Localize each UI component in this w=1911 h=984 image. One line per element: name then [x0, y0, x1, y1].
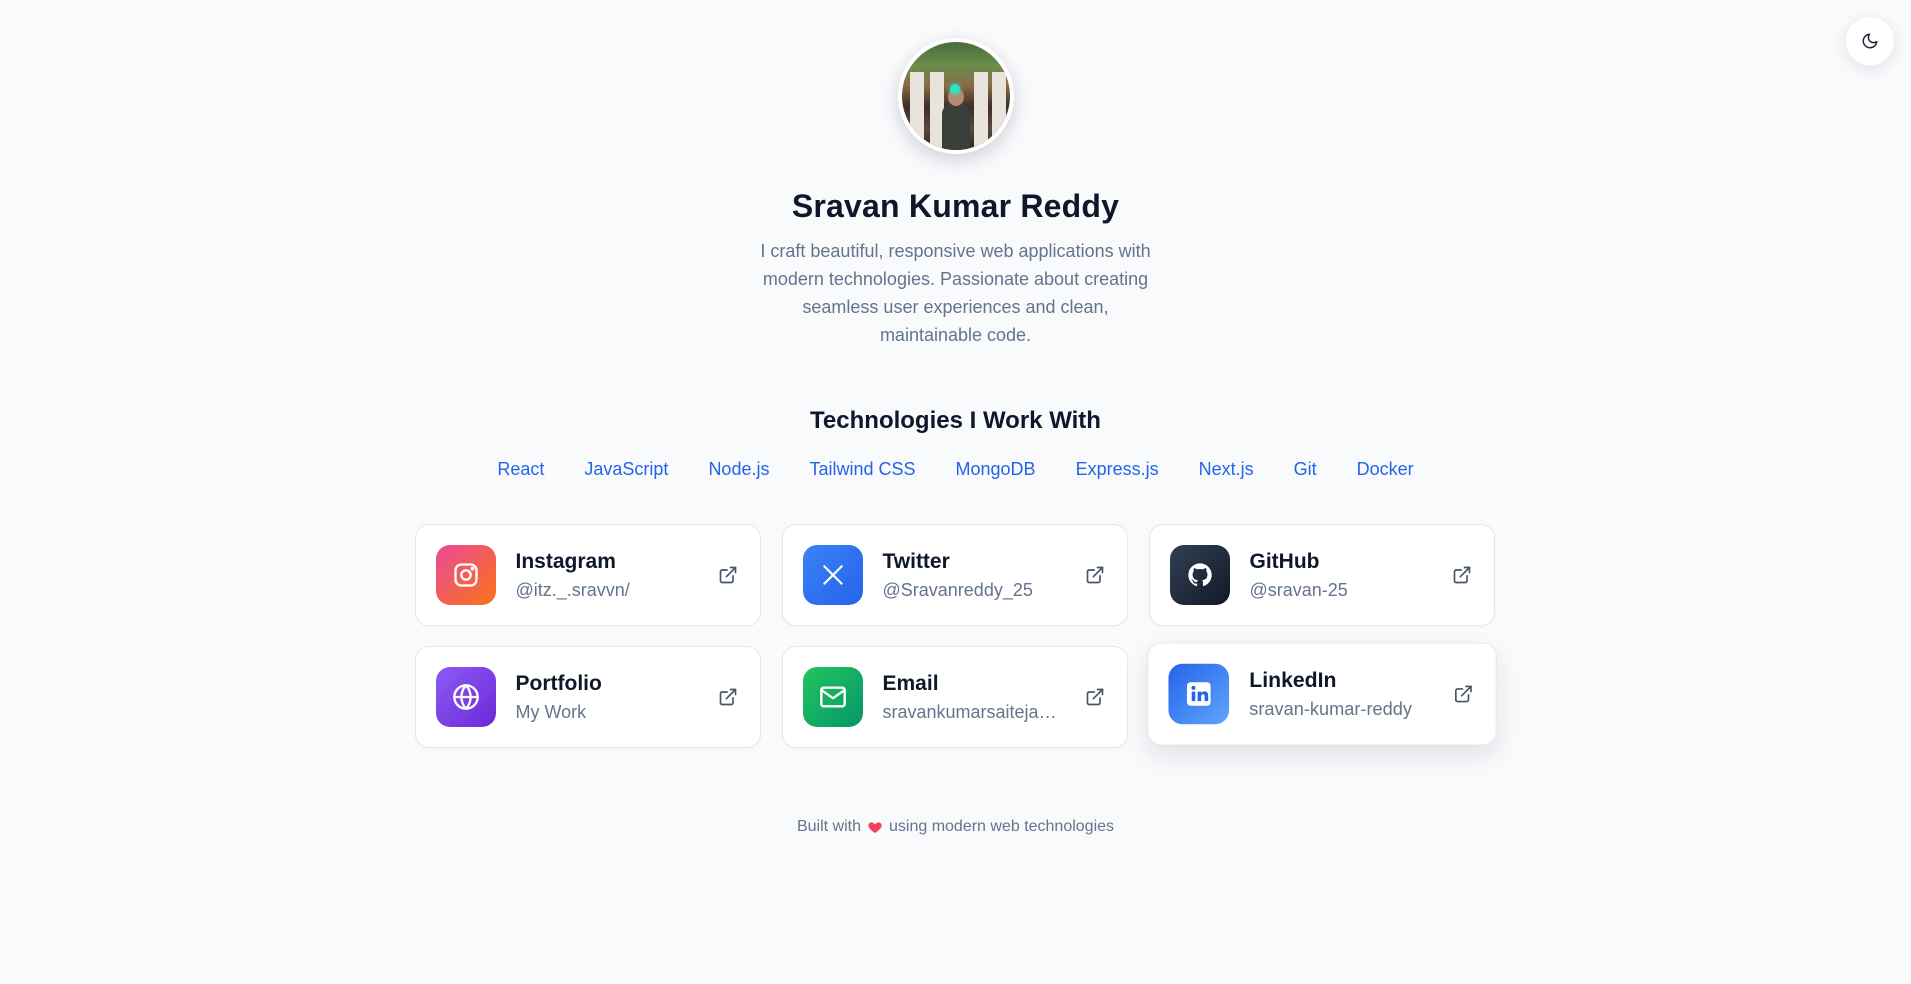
mail-icon	[802, 667, 863, 727]
link-card-instagram[interactable]: Instagram @itz._.sravvn/	[414, 524, 761, 626]
theme-toggle-button[interactable]	[1845, 16, 1895, 66]
link-card-title: Instagram	[515, 549, 616, 573]
external-link-icon	[716, 565, 740, 585]
link-card-github[interactable]: GitHub @sravan-25	[1148, 524, 1495, 626]
link-card-handle: My Work	[515, 701, 587, 722]
tech-chip-mongodb[interactable]: MongoDB	[936, 453, 1056, 486]
link-card-title: GitHub	[1249, 549, 1320, 573]
tech-chip-nodejs[interactable]: Node.js	[688, 453, 789, 486]
link-card-handle: @Sravanreddy_25	[882, 579, 1033, 600]
x-icon	[802, 545, 863, 605]
profile-section: Sravan Kumar Reddy I craft beautiful, re…	[0, 0, 1911, 836]
tech-chip-docker[interactable]: Docker	[1337, 453, 1434, 486]
link-card-linkedin[interactable]: LinkedIn sravan-kumar-reddy	[1146, 642, 1497, 746]
external-link-icon	[1083, 565, 1107, 585]
link-card-title: Portfolio	[515, 671, 602, 695]
avatar	[897, 38, 1014, 154]
profile-bio: I craft beautiful, responsive web applic…	[760, 241, 1151, 345]
tech-chip-nextjs[interactable]: Next.js	[1179, 453, 1274, 486]
external-link-icon	[1450, 565, 1474, 585]
instagram-icon	[435, 545, 496, 605]
footer-text-after: using modern web technologies	[889, 818, 1115, 835]
external-link-icon	[1451, 684, 1475, 704]
footer: Built with using modern web technologies	[797, 818, 1114, 836]
external-link-icon	[716, 687, 740, 707]
tech-chip-expressjs[interactable]: Express.js	[1056, 453, 1179, 486]
link-card-handle: sravankumarsaiteja@gmail.com	[882, 701, 1075, 722]
link-card-handle: sravan-kumar-reddy	[1248, 698, 1412, 719]
link-card-portfolio[interactable]: Portfolio My Work	[414, 646, 761, 748]
linkedin-icon	[1167, 663, 1229, 725]
tech-chip-react[interactable]: React	[477, 453, 564, 486]
social-links-grid: Instagram @itz._.sravvn/ Twitter @Sravan…	[414, 524, 1497, 748]
technologies-list: React JavaScript Node.js Tailwind CSS Mo…	[477, 453, 1433, 486]
avatar-photo	[901, 42, 1010, 150]
technologies-heading: Technologies I Work With	[810, 407, 1101, 434]
link-card-title: Email	[882, 671, 939, 695]
footer-text-before: Built with	[796, 818, 861, 835]
tech-chip-tailwind-css[interactable]: Tailwind CSS	[789, 453, 935, 486]
page: Sravan Kumar Reddy I craft beautiful, re…	[0, 0, 1911, 984]
heart-icon	[868, 822, 882, 833]
link-card-handle: @itz._.sravvn/	[515, 579, 630, 600]
tech-chip-git[interactable]: Git	[1274, 453, 1337, 486]
tech-chip-javascript[interactable]: JavaScript	[564, 453, 688, 486]
moon-icon	[1862, 33, 1878, 49]
link-card-title: LinkedIn	[1248, 668, 1336, 692]
globe-icon	[435, 667, 496, 727]
link-card-title: Twitter	[882, 549, 950, 573]
link-card-twitter[interactable]: Twitter @Sravanreddy_25	[781, 524, 1128, 626]
link-card-handle: @sravan-25	[1249, 579, 1348, 600]
profile-name: Sravan Kumar Reddy	[791, 188, 1120, 224]
link-card-email[interactable]: Email sravankumarsaiteja@gmail.com	[781, 646, 1128, 748]
external-link-icon	[1083, 687, 1107, 707]
github-icon	[1169, 545, 1230, 605]
